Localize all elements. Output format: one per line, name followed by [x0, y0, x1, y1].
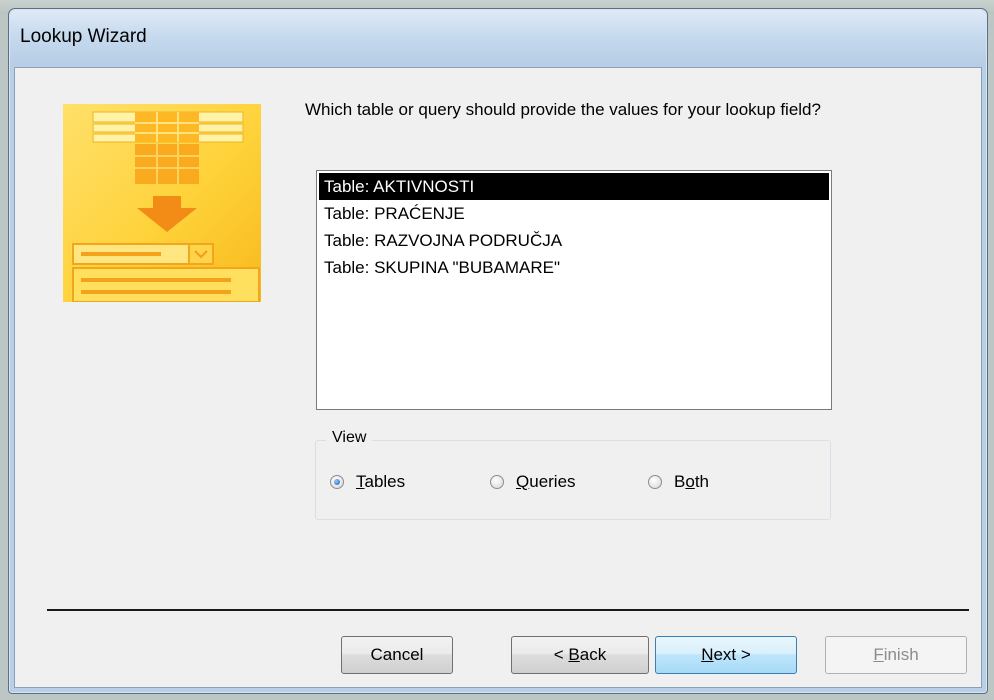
list-item[interactable]: Table: RAZVOJNA PODRUČJA: [319, 227, 829, 254]
radio-unchecked-icon[interactable]: [648, 475, 662, 489]
back-button[interactable]: < Back: [511, 636, 649, 674]
lookup-wizard-dialog: Lookup Wizard Which table or query shoul…: [8, 8, 988, 694]
list-item[interactable]: Table: SKUPINA "BUBAMARE": [319, 254, 829, 281]
accel-key: F: [873, 645, 884, 664]
accel-key: N: [701, 645, 714, 664]
lookup-wizard-illustration-icon: [63, 104, 261, 303]
title-bar[interactable]: Lookup Wizard: [10, 10, 986, 66]
radio-unchecked-icon[interactable]: [490, 475, 504, 489]
button-rest: ack: [579, 645, 607, 664]
radio-both-label: Both: [674, 472, 709, 492]
radio-tables[interactable]: Tables: [330, 472, 405, 492]
label-prefix: B: [674, 472, 686, 491]
label-rest: ueries: [529, 472, 576, 491]
view-legend: View: [326, 429, 373, 447]
label-rest: th: [694, 472, 709, 491]
button-prefix: <: [553, 645, 569, 664]
radio-queries[interactable]: Queries: [490, 472, 576, 492]
next-button[interactable]: Next >: [655, 636, 797, 674]
separator-line: [47, 609, 969, 611]
radio-both[interactable]: Both: [648, 472, 709, 492]
button-rest: ext >: [713, 645, 751, 664]
table-listbox[interactable]: Table: AKTIVNOSTI Table: PRAĆENJE Table:…: [316, 170, 832, 410]
list-item[interactable]: Table: AKTIVNOSTI: [319, 173, 829, 200]
button-rest: inish: [883, 645, 919, 664]
label-rest: ables: [364, 472, 406, 491]
accel-key: o: [685, 472, 695, 491]
window-title: Lookup Wizard: [20, 26, 147, 47]
view-groupbox: View Tables Queries Both: [315, 429, 831, 520]
accel-key: T: [356, 472, 365, 491]
illustration-graphic: [72, 111, 260, 303]
dialog-body: Which table or query should provide the …: [14, 67, 982, 688]
prompt-question: Which table or query should provide the …: [305, 100, 821, 119]
radio-checked-icon[interactable]: [330, 475, 344, 489]
radio-queries-label: Queries: [516, 472, 576, 492]
list-item[interactable]: Table: PRAĆENJE: [319, 200, 829, 227]
accel-key: Q: [516, 472, 530, 491]
cancel-button[interactable]: Cancel: [341, 636, 453, 674]
finish-button[interactable]: Finish: [825, 636, 967, 674]
accel-key: B: [568, 645, 580, 664]
radio-tables-label: Tables: [356, 472, 405, 492]
